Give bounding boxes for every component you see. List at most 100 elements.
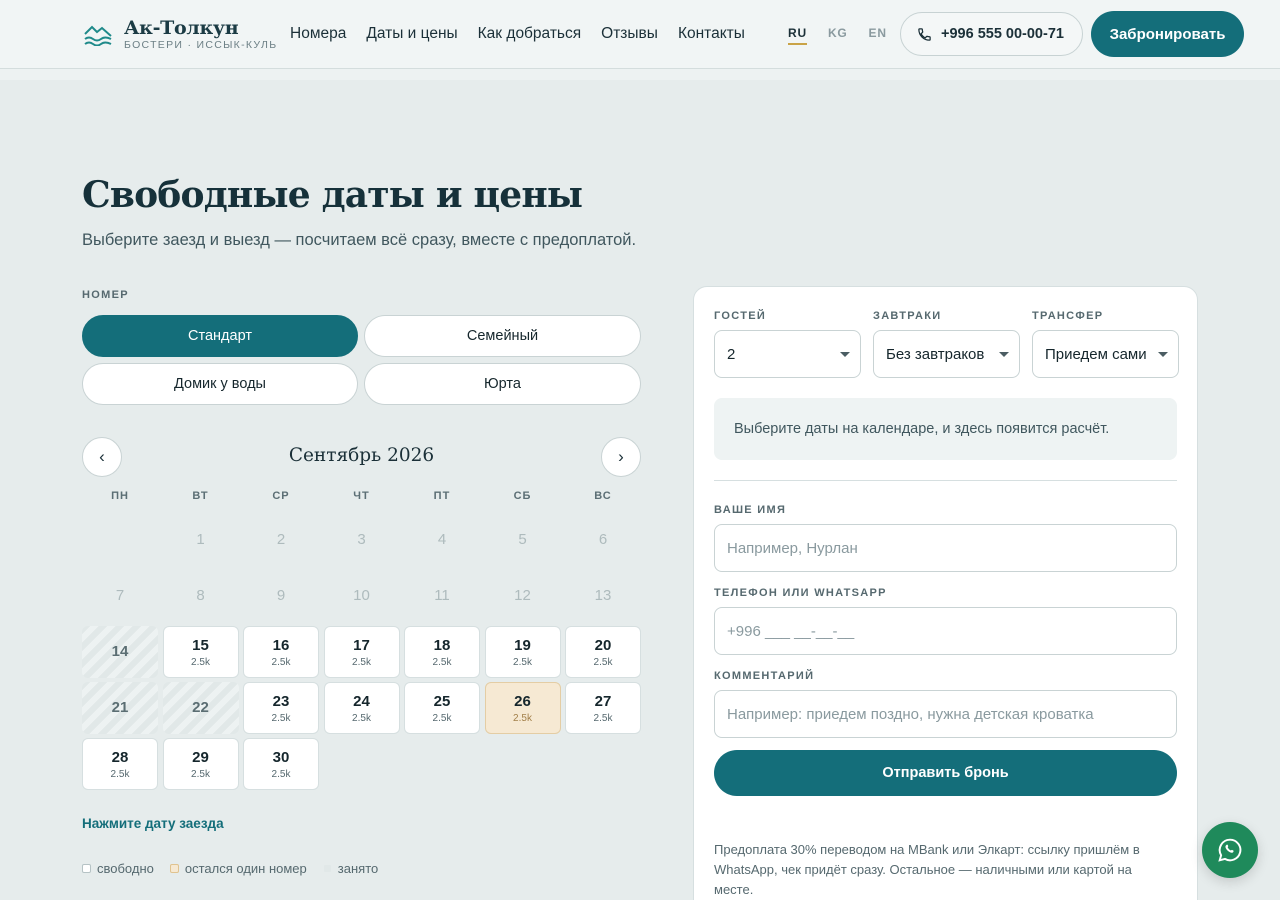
calendar-day-23[interactable]: 23 2.5k [243,682,319,734]
comment-input[interactable]: Например: приедем поздно, нужна детская … [714,690,1177,738]
name-input[interactable]: Например, Нурлан [714,524,1177,572]
lang-ru[interactable]: RU [788,26,807,45]
calendar-day-1: 1 [163,514,239,566]
calendar-day-16[interactable]: 16 2.5k [243,626,319,678]
nav-link-reviews[interactable]: Отзывы [601,23,658,45]
transfer-value: Приедем сами [1045,345,1147,363]
legend-last-label: остался один номер [184,861,307,876]
calendar-day-15[interactable]: 15 2.5k [162,626,239,678]
day-number: 6 [598,531,608,548]
guests-group: ГОСТЕЙ 2 [714,310,861,378]
room-option-family[interactable]: Семейный [364,315,641,357]
lang-kg[interactable]: KG [828,26,848,44]
whatsapp-button[interactable] [1202,822,1258,878]
calendar-day-11: 11 [404,570,480,622]
day-price: 2.5k [271,768,291,780]
prepayment-note: Предоплата 30% переводом на MBank или Эл… [714,842,1140,897]
submit-booking-button[interactable]: Отправить бронь [714,750,1177,796]
legend-busy-swatch [322,864,332,873]
calendar-day-21: 21 [82,682,158,734]
day-number: 22 [192,699,209,716]
day-number: 8 [196,587,205,604]
calendar-day-22: 22 [162,682,239,734]
day-number: 23 [272,692,290,710]
calendar-day-6: 6 [565,514,641,566]
nav-link-rooms[interactable]: Номера [290,23,346,45]
whatsapp-icon [1218,838,1242,862]
day-price: 2.5k [593,656,613,668]
calendar-day-20[interactable]: 20 2.5k [565,626,641,678]
weekday-sun: ВС [594,490,612,502]
calendar-day-27[interactable]: 27 2.5k [565,682,641,734]
day-price: 2.5k [513,656,532,668]
calendar-day-5: 5 [485,514,561,566]
calendar-day-29[interactable]: 29 2.5k [162,738,239,790]
brand-tagline: БОСТЕРИ · ИССЫК-КУЛЬ [124,39,278,51]
guests-select[interactable]: 2 [714,330,861,378]
transfer-group: ТРАНСФЕР Приедем сами [1032,310,1179,378]
book-button[interactable]: Забронировать [1091,11,1244,57]
prev-month-button[interactable]: ‹ [82,437,122,477]
calendar-day-10: 10 [324,570,400,622]
room-option-yurt[interactable]: Юрта [364,363,641,405]
weekday-mon: ПН [111,490,129,502]
brand-name: Ак-Толкун [124,17,239,39]
calendar-day-18[interactable]: 18 2.5k [404,626,480,678]
waves-logo-icon [84,25,112,46]
caret-down-icon [840,352,850,357]
day-price: 2.5k [191,656,210,668]
day-number: 24 [353,692,370,710]
calendar-grid: 1 2 3 4 5 6 7 8 9 10 11 12 13 14 15 2.5k 16 2.5k 17 2.5k 18 2… [82,514,641,790]
caret-down-icon [1158,352,1168,357]
nav-link-dates-prices[interactable]: Даты и цены [366,23,457,45]
calendar-day-7: 7 [82,570,158,622]
day-number: 27 [594,692,612,710]
page-subtitle: Выберите заезд и выезд — посчитаем всё с… [82,231,637,249]
weekday-thu: ЧТ [353,490,370,502]
room-option-standard[interactable]: Стандарт [82,315,358,357]
legend-free: свободно [82,861,154,876]
weekday-wed: СР [272,490,290,502]
day-number: 18 [433,636,451,654]
nav-link-directions[interactable]: Как добраться [478,23,582,45]
transfer-label: ТРАНСФЕР [1032,310,1104,322]
calendar-day-26[interactable]: 26 2.5k [484,682,561,734]
calendar-month: Сентябрь 2026 [288,445,435,466]
phone-button[interactable]: +996 555 00-00-71 [900,12,1083,56]
day-number: 28 [111,748,129,766]
breakfast-select[interactable]: Без завтраков [873,330,1020,378]
phone-input[interactable]: +996 ___ __-__-__ [714,607,1177,655]
calendar-day-8: 8 [163,570,239,622]
calendar-day-4: 4 [404,514,480,566]
calendar-day-24[interactable]: 24 2.5k [323,682,400,734]
calendar-day-28[interactable]: 28 2.5k [82,738,158,790]
calendar-day-17[interactable]: 17 2.5k [323,626,400,678]
lang-en[interactable]: EN [869,26,887,44]
day-number: 12 [514,587,531,604]
transfer-select[interactable]: Приедем сами [1032,330,1179,378]
calendar-hint: Нажмите дату заезда [82,816,224,831]
room-option-waterside-cabin[interactable]: Домик у воды [82,363,358,405]
page-title: Свободные даты и цены [82,174,583,216]
name-label: ВАШЕ ИМЯ [714,504,787,516]
day-price: 2.5k [271,712,291,724]
caret-down-icon [999,352,1009,357]
day-price: 2.5k [352,656,371,668]
day-price: 2.5k [352,712,371,724]
day-number: 16 [272,636,290,654]
day-number: 7 [115,587,125,604]
weekday-header: ПН ВТ СР ЧТ ПТ СБ ВС [82,490,641,502]
logo[interactable]: Ак-Толкун БОСТЕРИ · ИССЫК-КУЛЬ [83,18,277,51]
day-number: 14 [111,643,129,660]
next-month-button[interactable]: › [601,437,641,477]
calendar-day-12: 12 [485,570,561,622]
calendar-day-25[interactable]: 25 2.5k [404,682,480,734]
nav-link-contacts[interactable]: Контакты [678,23,745,45]
legend-free-label: свободно [97,861,154,876]
calendar-day-19[interactable]: 19 2.5k [484,626,561,678]
day-price: 2.5k [271,656,291,668]
day-number: 26 [514,692,531,710]
day-price: 2.5k [593,712,613,724]
calendar-day-30[interactable]: 30 2.5k [243,738,319,790]
calendar-day-14: 14 [82,626,158,678]
